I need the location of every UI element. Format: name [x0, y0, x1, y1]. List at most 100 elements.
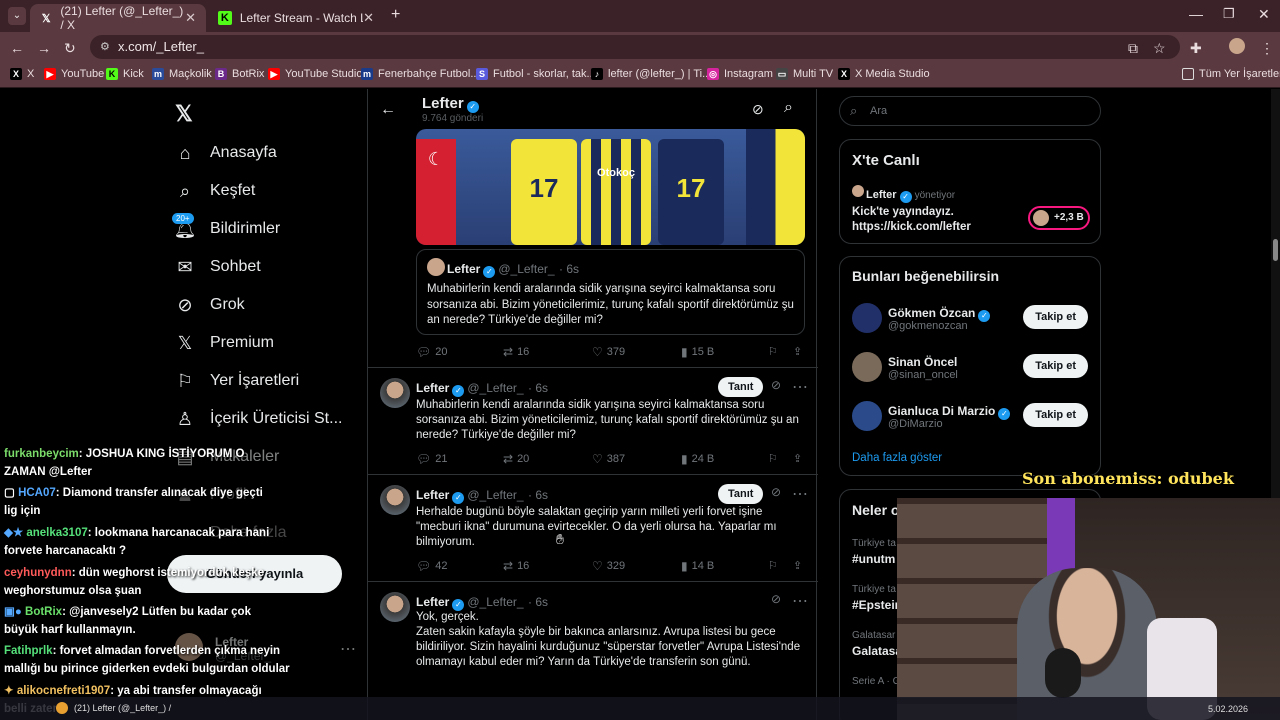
- tab-kick-stream[interactable]: K Lefter Stream - Watch Live on K ✕: [208, 4, 384, 32]
- x-icon: X: [838, 68, 850, 80]
- grok-icon[interactable]: ⊘: [771, 378, 781, 392]
- bookmark-item[interactable]: ▭ Multi TV: [776, 68, 833, 80]
- sidebar-item-notifications[interactable]: 🔔︎ Bildirimler 20+: [172, 213, 280, 239]
- post-image[interactable]: ☾ 17 Otokoç 17: [416, 129, 805, 245]
- scrollbar-thumb[interactable]: [1273, 239, 1278, 261]
- follow-button[interactable]: Takip et: [1023, 305, 1088, 329]
- share-icon[interactable]: ⇪: [793, 452, 802, 465]
- bookmark-item[interactable]: ▶ YouTube Studio: [268, 68, 362, 80]
- repost-button[interactable]: ⇄ 16: [503, 559, 529, 573]
- views-button[interactable]: ▮ 14 B: [681, 559, 714, 573]
- bookmark-item[interactable]: m Fenerbahçe Futbol...: [361, 68, 480, 80]
- like-button[interactable]: ♡ 329: [592, 559, 625, 573]
- promote-button[interactable]: Tanıt: [718, 377, 764, 397]
- install-icon[interactable]: ⧉: [1128, 40, 1138, 57]
- bookmark-item[interactable]: K Kick: [106, 68, 144, 80]
- show-more-link[interactable]: Daha fazla göster: [852, 452, 942, 464]
- close-window-icon[interactable]: ✕: [1258, 6, 1270, 23]
- jersey: Otokoç: [581, 139, 651, 245]
- trend-tag[interactable]: Galatasa: [852, 644, 902, 658]
- sidebar-item-creator-studio[interactable]: ♙ İçerik Üreticisi St...: [175, 409, 343, 429]
- share-icon[interactable]: ⇪: [793, 345, 802, 358]
- url-input[interactable]: ⚙ x.com/_Lefter_: [90, 35, 1180, 59]
- forward-arrow-icon[interactable]: →: [37, 40, 51, 56]
- sidebar-item-grok[interactable]: ⊘ Grok: [175, 295, 244, 315]
- post-actions: 💬︎ 20 ⇄ 16 ♡ 379 ▮ 15 B ⚐ ⇪: [416, 345, 806, 361]
- trend-tag[interactable]: #Epstein: [852, 598, 902, 612]
- close-icon[interactable]: ✕: [185, 10, 196, 26]
- tab-x-profile[interactable]: 𝕏 (21) Lefter (@_Lefter_) / X ✕: [30, 4, 206, 32]
- more-icon[interactable]: ⋯: [792, 591, 808, 611]
- suggested-user[interactable]: Gökmen Özcan ✓ @gokmenozcan Takip et: [840, 299, 1100, 343]
- reply-button[interactable]: 💬︎ 21: [416, 452, 447, 466]
- bookmark-item[interactable]: XX Media Studio: [838, 68, 930, 80]
- back-arrow-icon[interactable]: ←: [380, 101, 396, 119]
- extensions-icon[interactable]: ✚: [1190, 40, 1202, 57]
- minimize-icon[interactable]: —: [1189, 6, 1203, 22]
- sidebar-item-bookmarks[interactable]: ⚐ Yer İşaretleri: [175, 371, 299, 391]
- bookmark-item[interactable]: m Maçkolik: [152, 68, 212, 80]
- taskbar: (21) Lefter (@_Lefter_) / 5.02.2026: [0, 697, 1280, 720]
- promote-button[interactable]: Tanıt: [718, 484, 764, 504]
- more-icon[interactable]: ⋯: [792, 377, 808, 397]
- bookmark-item[interactable]: ♪ lefter (@lefter_) | Ti...: [591, 68, 711, 80]
- sidebar-item-premium[interactable]: 𝕏 Premium: [175, 333, 274, 353]
- bookmark-star-icon[interactable]: ☆: [1153, 40, 1166, 57]
- tab-search-icon[interactable]: ⌄: [8, 7, 26, 25]
- grok-icon[interactable]: ⊘: [752, 101, 764, 118]
- sidebar-item-explore[interactable]: ⌕ Keşfet: [175, 181, 255, 201]
- suggested-user[interactable]: Gianluca Di Marzio ✓ @DiMarzio Takip et: [840, 397, 1100, 441]
- follow-button[interactable]: Takip et: [1023, 354, 1088, 378]
- views-button[interactable]: ▮ 24 B: [681, 452, 714, 466]
- notification-badge: 20+: [172, 213, 194, 224]
- maximize-icon[interactable]: ❐: [1223, 6, 1235, 22]
- bookmark-item[interactable]: B BotRix: [215, 68, 264, 80]
- grok-icon[interactable]: ⊘: [771, 485, 781, 499]
- x-logo-icon[interactable]: 𝕏: [175, 101, 193, 127]
- chat-message: furkanbeycim: JOSHUA KING İSTİYORUM O ZA…: [4, 448, 245, 478]
- bookmark-icon[interactable]: ⚐: [768, 452, 778, 465]
- verified-icon: ✓: [483, 266, 496, 278]
- sidebar-item-chat[interactable]: ✉ Sohbet: [175, 257, 260, 277]
- suggested-user[interactable]: Sinan Öncel @sinan_oncel Takip et: [840, 348, 1100, 392]
- like-button[interactable]: ♡ 387: [592, 452, 625, 466]
- reload-icon[interactable]: ↻: [64, 40, 76, 57]
- views-button[interactable]: ▮ 15 B: [681, 345, 714, 359]
- repost-button[interactable]: ⇄ 16: [503, 345, 529, 359]
- more-icon[interactable]: ⋯: [792, 484, 808, 504]
- reply-button[interactable]: 💬︎ 42: [416, 559, 447, 573]
- browser-icon[interactable]: [56, 702, 68, 714]
- taskbar-window[interactable]: (21) Lefter (@_Lefter_) /: [74, 703, 171, 713]
- follow-button[interactable]: Takip et: [1023, 403, 1088, 427]
- trend-tag[interactable]: #unutm: [852, 552, 895, 566]
- tweet[interactable]: Lefter ✓ @_Lefter_ · 6s Tanıt ⊘ ⋯ Herhalde…: [368, 475, 818, 582]
- close-icon[interactable]: ✕: [363, 10, 374, 26]
- grok-icon[interactable]: ⊘: [771, 592, 781, 606]
- search-input[interactable]: ⌕ Ara: [839, 96, 1101, 126]
- new-tab-icon[interactable]: +: [391, 6, 400, 24]
- search-icon[interactable]: ⌕: [784, 99, 793, 117]
- sidebar-item-home[interactable]: ⌂ Anasayfa: [175, 143, 277, 163]
- youtube-icon: ▶: [44, 68, 56, 80]
- profile-avatar-icon[interactable]: [1229, 38, 1245, 54]
- all-bookmarks-folder[interactable]: Tüm Yer İşaretleri: [1182, 68, 1280, 80]
- bookmark-item[interactable]: XX: [10, 68, 34, 80]
- bookmark-item[interactable]: S Futbol - skorlar, tak...: [476, 68, 596, 80]
- site-info-icon[interactable]: ⚙: [100, 35, 110, 59]
- bookmark-item[interactable]: ◎ Instagram: [707, 68, 773, 80]
- like-button[interactable]: ♡ 379: [592, 345, 625, 359]
- quoted-post[interactable]: Lefter ✓ @_Lefter_ · 6s Muhabirlerin kendi…: [416, 249, 805, 335]
- emote-icon: ▢: [4, 487, 19, 499]
- back-arrow-icon[interactable]: ←: [10, 40, 24, 56]
- live-listeners[interactable]: +2,3 B: [1028, 206, 1090, 230]
- share-icon[interactable]: ⇪: [793, 559, 802, 572]
- bookmark-icon[interactable]: ⚐: [768, 559, 778, 572]
- repost-button[interactable]: ⇄ 20: [503, 452, 529, 466]
- bookmark-icon[interactable]: ⚐: [768, 345, 778, 358]
- bookmark-item[interactable]: ▶ YouTube: [44, 68, 104, 80]
- reply-button[interactable]: 💬︎ 20: [416, 345, 447, 359]
- menu-icon[interactable]: ⋮: [1260, 40, 1274, 57]
- live-text[interactable]: Kick'te yayındayız. https://kick.com/lef…: [852, 205, 1022, 235]
- tweet[interactable]: Lefter ✓ @_Lefter_ · 6s Tanıt ⊘ ⋯ Muhabirl…: [368, 368, 818, 475]
- search-icon: ⌕: [179, 180, 191, 201]
